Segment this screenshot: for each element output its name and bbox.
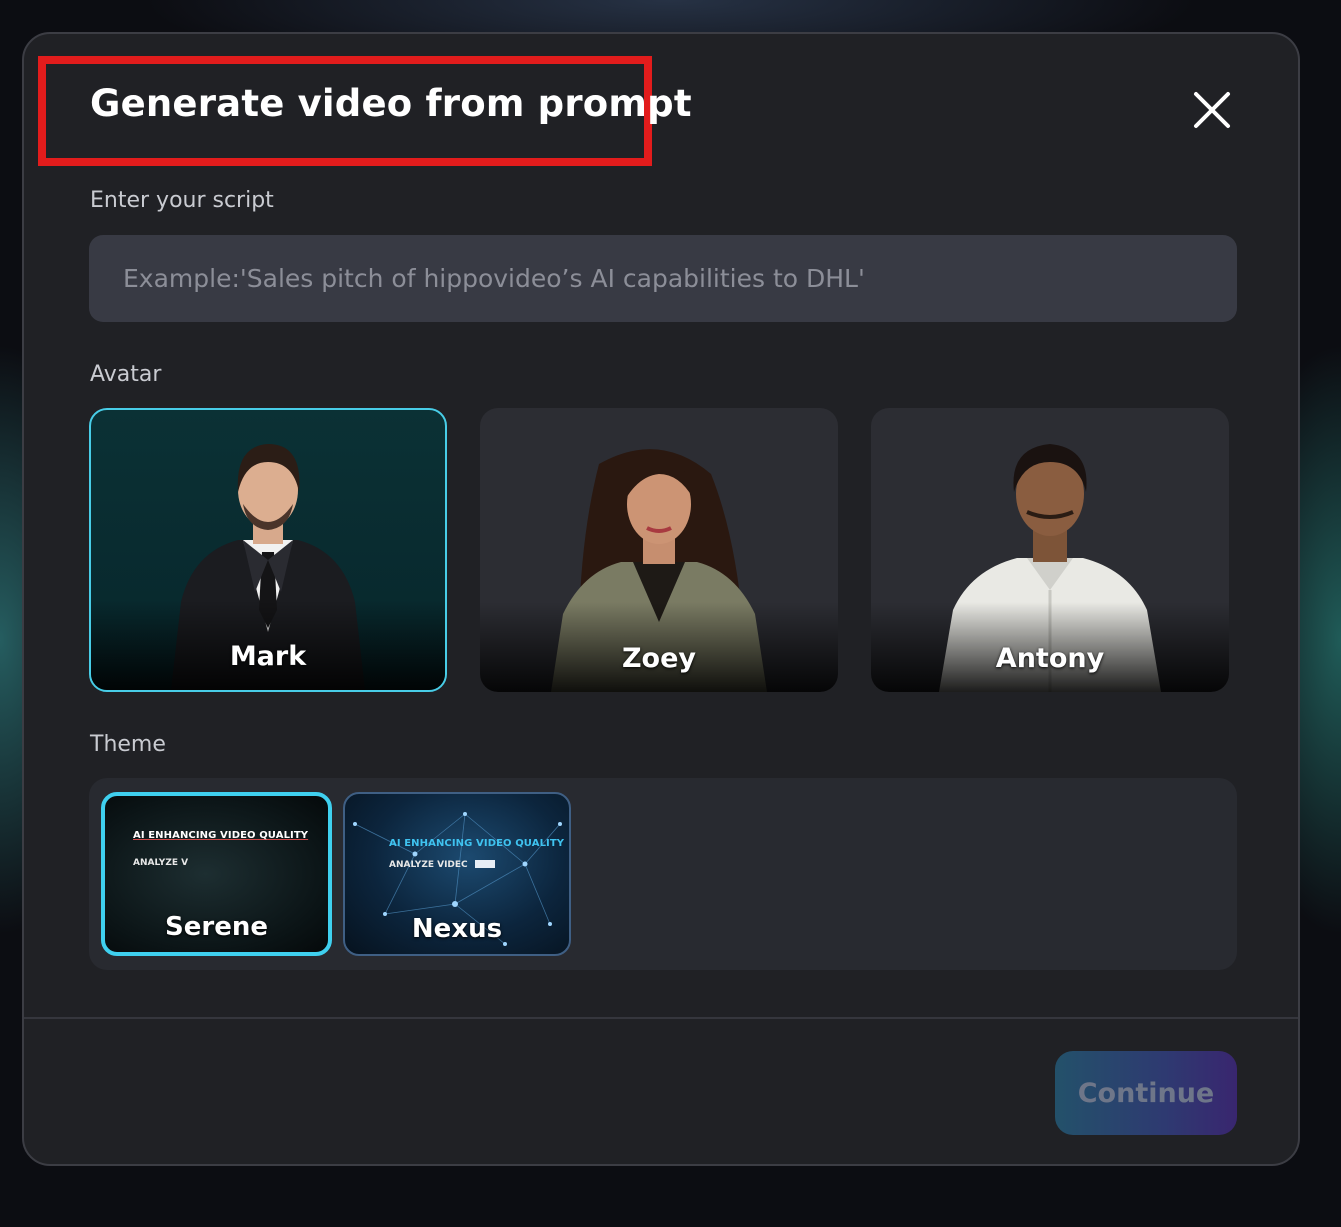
avatar-name-antony: Antony <box>995 643 1105 674</box>
theme-card-nexus[interactable]: AI ENHANCING VIDEO QUALITY ANALYZE VIDEC… <box>343 792 571 956</box>
avatar-card-mark[interactable]: Mark <box>89 408 447 692</box>
theme-panel: AI ENHANCING VIDEO QUALITY ANALYZE V Ser… <box>89 778 1237 970</box>
continue-button[interactable]: Continue <box>1055 1051 1237 1135</box>
close-icon <box>1194 92 1230 128</box>
theme-nexus-subline: ANALYZE VIDEC <box>389 860 468 870</box>
avatar-name-mark: Mark <box>229 641 307 672</box>
avatar-label: Avatar <box>90 362 162 387</box>
theme-serene-headline: AI ENHANCING VIDEO QUALITY <box>133 830 309 841</box>
script-label: Enter your script <box>90 188 274 213</box>
close-button[interactable] <box>1188 86 1236 134</box>
theme-name-serene: Serene <box>165 912 268 942</box>
footer-divider <box>24 1017 1298 1019</box>
generate-video-dialog: Generate video from prompt Enter your sc… <box>22 32 1300 1166</box>
script-input[interactable] <box>89 235 1237 322</box>
theme-nexus-headline: AI ENHANCING VIDEO QUALITY <box>389 838 565 849</box>
theme-serene-subline: ANALYZE V <box>133 858 189 868</box>
avatar-card-zoey[interactable]: Zoey <box>480 408 838 692</box>
avatar-card-antony[interactable]: Antony <box>871 408 1229 692</box>
theme-card-serene[interactable]: AI ENHANCING VIDEO QUALITY ANALYZE V Ser… <box>101 792 332 956</box>
theme-name-nexus: Nexus <box>411 914 503 944</box>
avatar-name-zoey: Zoey <box>621 643 697 674</box>
theme-label: Theme <box>90 732 166 757</box>
dialog-title: Generate video from prompt <box>90 82 692 125</box>
